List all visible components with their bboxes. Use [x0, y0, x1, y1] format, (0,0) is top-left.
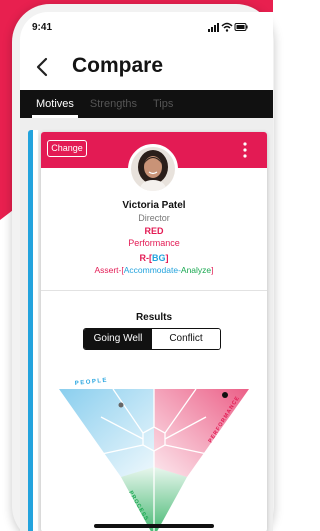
tab-motives[interactable]: Motives	[32, 90, 78, 118]
navigation-bar: Compare	[20, 50, 273, 86]
people-region	[59, 389, 154, 477]
status-bar: 9:41	[20, 12, 273, 38]
page-title: Compare	[72, 54, 164, 77]
person-marker-dot	[222, 392, 228, 398]
results-title: Results	[135, 312, 173, 323]
conflict-button[interactable]: Conflict	[152, 329, 220, 349]
motive-type-code: RED	[144, 226, 164, 236]
avatar	[128, 144, 178, 194]
change-button[interactable]: Change	[47, 140, 87, 157]
status-icons	[208, 22, 248, 32]
going-well-button[interactable]: Going Well	[84, 329, 152, 349]
avatar-image	[131, 147, 175, 191]
chevron-left-icon[interactable]	[32, 56, 54, 78]
motive-type-name: Performance	[128, 238, 180, 248]
conflict-code: R-[BG]	[139, 253, 169, 263]
content-area: Change Victoria Patel Director RED Perfo…	[20, 118, 273, 531]
profile-card: Change Victoria Patel Director RED Perfo…	[41, 132, 267, 531]
motive-triangle: PEOPLE PERFORMANCE PROCESS	[59, 378, 249, 531]
tab-strengths[interactable]: Strengths	[90, 90, 137, 118]
conflict-sequence: Assert-[Accommodate-Analyze]	[94, 265, 214, 275]
tab-tips[interactable]: Tips	[153, 90, 173, 118]
more-vertical-icon[interactable]	[239, 139, 251, 161]
previous-card-edge[interactable]	[28, 130, 38, 531]
app-screen: 9:41 Compare Motives Strengths Tips Chan…	[20, 12, 273, 531]
tab-bar: Motives Strengths Tips	[20, 90, 273, 118]
status-time: 9:41	[32, 22, 53, 33]
person-name: Victoria Patel	[122, 200, 186, 211]
people-axis-label: PEOPLE	[75, 378, 109, 387]
signal-icon	[208, 23, 219, 32]
results-toggle: Going Well Conflict	[83, 328, 221, 350]
home-indicator	[94, 524, 214, 528]
person-title: Director	[138, 213, 170, 223]
divider	[41, 290, 267, 291]
battery-icon	[234, 23, 248, 31]
wifi-icon	[221, 22, 233, 32]
compare-marker-dot	[118, 402, 124, 408]
